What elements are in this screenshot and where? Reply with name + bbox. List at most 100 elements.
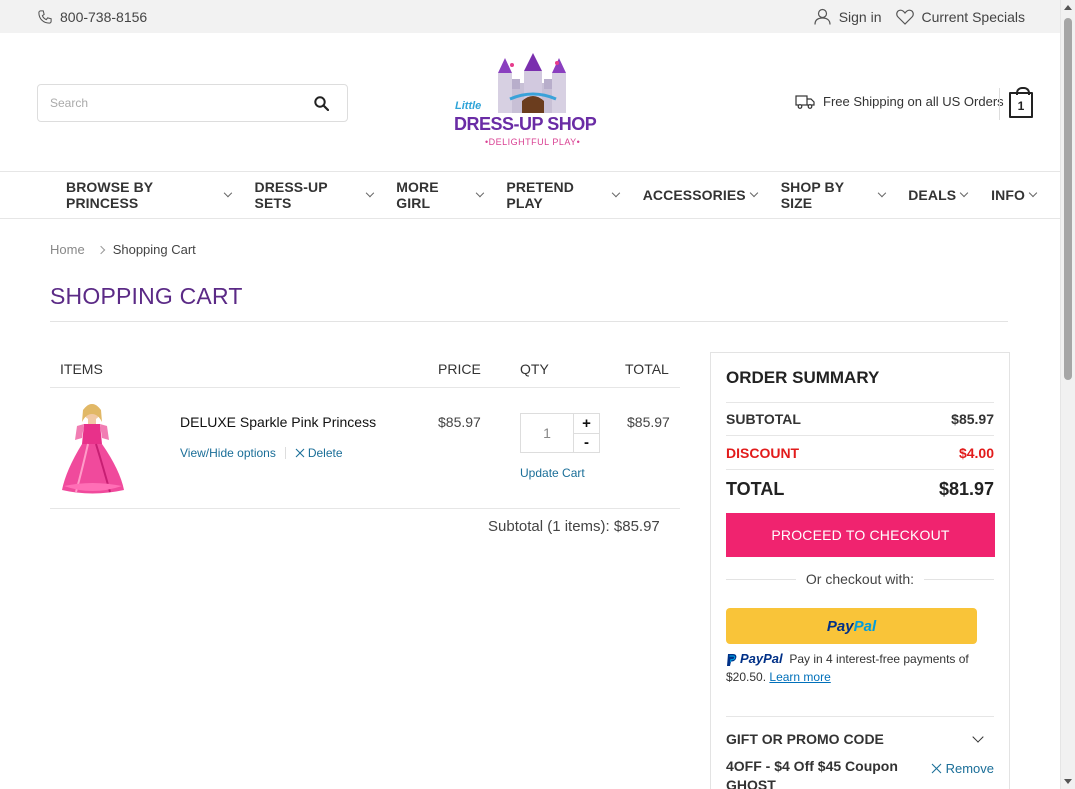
cart-bag-icon: 1	[1009, 87, 1033, 118]
paypal-logo: PayPal	[827, 618, 876, 635]
order-summary-title: ORDER SUMMARY	[726, 368, 880, 387]
page-title: SHOPPING CART	[50, 283, 243, 309]
col-price: PRICE	[438, 361, 481, 377]
product-image[interactable]	[58, 400, 128, 497]
breadcrumb-current: Shopping Cart	[112, 242, 196, 257]
user-icon	[814, 8, 831, 25]
phone-link[interactable]: 800-738-8156	[38, 9, 147, 25]
nav-info[interactable]: INFO	[991, 187, 1038, 203]
breadcrumb-home[interactable]: Home	[50, 242, 85, 257]
search-input[interactable]	[38, 96, 314, 110]
nav-more-girl[interactable]: MORE GIRL	[396, 179, 484, 211]
page: 800-738-8156 Sign in Current Specials Se…	[0, 0, 1060, 789]
nav-dress-up-sets[interactable]: DRESS-UP SETS	[254, 179, 374, 211]
sign-in-label: Sign in	[838, 8, 882, 25]
applied-promo-code: 4OFF - $4 Off $45 Coupon GHOST Remove	[726, 757, 994, 789]
main-nav: BROWSE BY PRINCESS DRESS-UP SETS MORE GI…	[0, 172, 1060, 219]
scrollbar-thumb[interactable]	[1064, 18, 1072, 380]
current-specials-label: Current Specials	[921, 8, 1026, 25]
summary-divider	[726, 469, 994, 470]
phone-icon	[38, 9, 52, 24]
logo-tagline: •DELIGHTFUL PLAY•	[485, 137, 581, 147]
divider-line	[726, 578, 796, 580]
chevron-down-icon	[972, 731, 984, 743]
heart-icon	[895, 9, 914, 25]
total-label: TOTAL	[726, 479, 785, 499]
col-items: ITEMS	[60, 361, 103, 377]
nav-browse-by-princess[interactable]: BROWSE BY PRINCESS	[66, 179, 232, 211]
sign-in-link[interactable]: Sign in	[814, 8, 882, 25]
nav-pretend-play[interactable]: PRETEND PLAY	[506, 179, 620, 211]
nav-label: DRESS-UP SETS	[254, 179, 328, 211]
promo-header: GIFT OR PROMO CODE	[726, 731, 884, 747]
qty-decrease-button[interactable]: -	[574, 434, 599, 453]
nav-label: SHOP BY SIZE	[780, 179, 844, 211]
remove-promo-link[interactable]: Remove	[931, 759, 994, 778]
chevron-down-icon	[223, 188, 232, 198]
chevron-down-icon	[611, 188, 620, 198]
search-box	[37, 84, 348, 122]
promo-code-name: 4OFF - $4 Off $45 Coupon GHOST	[726, 758, 898, 789]
action-divider	[284, 447, 286, 459]
learn-more-link[interactable]: Learn more	[769, 670, 830, 684]
nav-accessories[interactable]: ACCESSORIES	[642, 187, 758, 203]
proceed-to-checkout-button[interactable]: PROCEED TO CHECKOUT	[726, 513, 995, 557]
update-cart-link[interactable]: Update Cart	[520, 466, 585, 480]
summary-total-row: TOTAL $81.97	[726, 479, 994, 500]
chevron-down-icon	[475, 188, 484, 198]
header: Little DRESS-UP SHOP •DELIGHTFUL PLAY• F…	[0, 33, 1060, 172]
remove-label: Remove	[945, 761, 994, 776]
breadcrumb: Home Shopping Cart	[50, 242, 196, 257]
product-name[interactable]: DELUXE Sparkle Pink Princess	[180, 414, 376, 430]
paypal-checkout-button[interactable]: PayPal	[726, 608, 977, 644]
header-divider	[999, 88, 1000, 120]
chevron-down-icon	[749, 188, 758, 198]
summary-divider	[726, 402, 994, 403]
summary-divider	[726, 716, 994, 717]
chevron-down-icon	[959, 188, 969, 198]
scroll-up-arrow-icon[interactable]	[1064, 5, 1072, 10]
qty-increase-button[interactable]: +	[574, 414, 599, 434]
chevron-down-icon	[365, 188, 374, 198]
logo-line2: DRESS-UP SHOP	[454, 114, 597, 134]
nav-shop-by-size[interactable]: SHOP BY SIZE	[780, 179, 886, 211]
page-scrollbar[interactable]	[1060, 0, 1075, 789]
col-qty: QTY	[520, 361, 549, 377]
paypal-pal-text: Pal	[853, 617, 877, 635]
promo-code-toggle[interactable]: GIFT OR PROMO CODE	[726, 731, 994, 747]
truck-icon	[795, 94, 815, 109]
quantity-stepper: 1 + -	[520, 413, 600, 453]
logo-line1: Little	[455, 100, 482, 112]
order-summary: ORDER SUMMARY SUBTOTAL $85.97 DISCOUNT $…	[710, 352, 1010, 789]
phone-number: 800-738-8156	[60, 8, 148, 25]
divider-line	[924, 578, 994, 580]
summary-divider	[726, 435, 994, 436]
free-shipping-label: Free Shipping on all US Orders	[823, 94, 1004, 109]
nav-label: ACCESSORIES	[642, 187, 746, 203]
summary-subtotal-row: SUBTOTAL $85.97	[726, 411, 994, 427]
search-icon[interactable]	[314, 95, 329, 111]
subtotal-value: $85.97	[951, 411, 994, 427]
title-divider	[50, 321, 1008, 322]
mini-cart-button[interactable]: 1	[1009, 87, 1033, 118]
close-icon	[931, 763, 941, 774]
nav-label: PRETEND PLAY	[506, 179, 574, 211]
view-hide-options-link[interactable]: View/Hide options	[180, 446, 276, 460]
paypal-credit-brand: PayPal	[740, 651, 783, 666]
quantity-input[interactable]: 1	[521, 414, 574, 452]
col-total: TOTAL	[625, 361, 669, 377]
nav-label: DEALS	[908, 187, 957, 203]
nav-deals[interactable]: DEALS	[908, 187, 969, 203]
current-specials-link[interactable]: Current Specials	[895, 8, 1026, 25]
scroll-down-arrow-icon[interactable]	[1064, 779, 1072, 784]
or-checkout-with: Or checkout with:	[726, 571, 994, 587]
close-icon	[295, 448, 305, 458]
delete-item-link[interactable]: Delete	[295, 446, 343, 460]
site-logo[interactable]: Little DRESS-UP SHOP •DELIGHTFUL PLAY•	[452, 53, 610, 157]
item-price: $85.97	[438, 414, 481, 430]
cart-item-row: DELUXE Sparkle Pink Princess View/Hide o…	[50, 388, 680, 509]
delete-label: Delete	[307, 446, 343, 460]
top-bar: 800-738-8156 Sign in Current Specials	[0, 0, 1060, 33]
paypal-pay-text: Pay	[826, 617, 854, 635]
nav-label: MORE GIRL	[396, 179, 439, 211]
